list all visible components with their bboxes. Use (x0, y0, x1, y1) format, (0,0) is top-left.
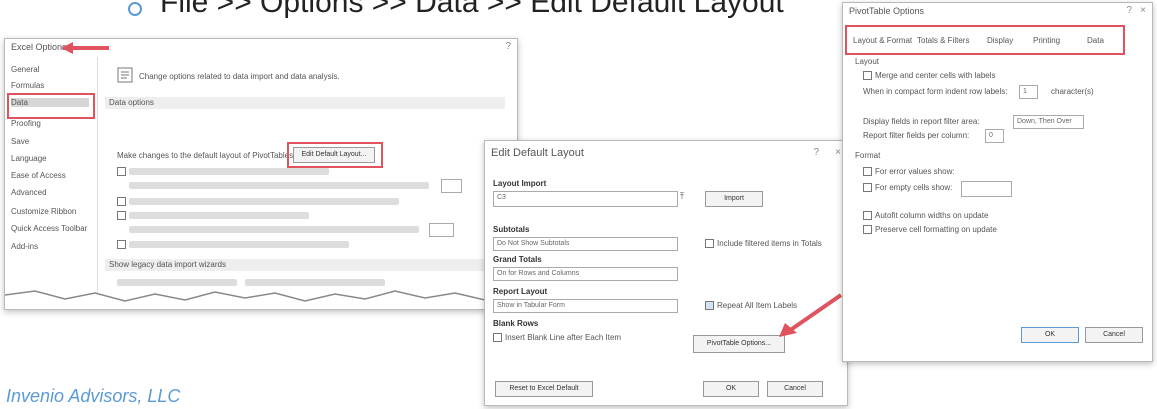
repeat-labels-checkbox[interactable] (705, 301, 714, 310)
format-section-label: Format (855, 151, 881, 160)
merge-center-label: Merge and center cells with labels (875, 71, 996, 80)
layout-import-input[interactable]: C3 (493, 191, 678, 207)
pivot-options-title: PivotTable Options (849, 6, 925, 16)
grand-totals-label: Grand Totals (493, 255, 542, 264)
sidebar-item-formulas[interactable]: Formulas (11, 81, 44, 90)
excel-options-title: Excel Options (11, 42, 67, 52)
pivottable-options-dialog: PivotTable Options ? × Layout & Format T… (842, 2, 1153, 362)
help-icon[interactable]: ? (813, 141, 819, 165)
sidebar-item-advanced[interactable]: Advanced (11, 188, 47, 197)
option-text-3 (129, 198, 399, 205)
report-layout-select[interactable]: Show in Tabular Form (493, 299, 678, 313)
tabs-highlight-box (845, 25, 1125, 55)
option-field-2[interactable] (429, 223, 454, 237)
torn-edge (5, 290, 517, 309)
footer-company: Invenio Advisors, LLC (6, 386, 181, 406)
close-icon[interactable]: × (1140, 3, 1146, 19)
options-sidebar: General Formulas Data Proofing Save Lang… (5, 57, 98, 307)
option-checkbox-4[interactable] (117, 240, 126, 249)
error-values-checkbox[interactable] (863, 167, 872, 176)
red-arrow-icon (61, 42, 109, 54)
collapse-range-icon[interactable]: ⤒ (677, 191, 687, 205)
preserve-formatting-checkbox[interactable] (863, 225, 872, 234)
report-filter-fields-input[interactable]: 0 (985, 129, 1004, 143)
sidebar-item-proofing[interactable]: Proofing (11, 119, 41, 128)
sidebar-item-add-ins[interactable]: Add-ins (11, 242, 38, 251)
report-filter-fields-label: Report filter fields per column: (863, 131, 970, 140)
merge-center-checkbox[interactable] (863, 71, 872, 80)
data-highlight-box (7, 93, 95, 119)
import-button[interactable]: Import (705, 191, 763, 207)
option-field-1[interactable] (441, 179, 462, 193)
subtotals-label: Subtotals (493, 225, 530, 234)
legacy-section-label: Show legacy data import wizards (109, 260, 226, 269)
cancel-button[interactable]: Cancel (767, 381, 823, 397)
red-arrow-icon (779, 293, 843, 337)
indent-input[interactable]: 1 (1019, 85, 1038, 99)
option-text-1 (129, 168, 329, 175)
report-layout-label: Report Layout (493, 287, 548, 296)
make-changes-text: Make changes to the default layout of Pi… (117, 151, 296, 160)
error-values-label: For error values show: (875, 167, 955, 176)
option-text-2 (129, 182, 429, 189)
layout-import-label: Layout Import (493, 179, 547, 188)
pivottable-options-button[interactable]: PivotTable Options... (693, 335, 785, 353)
include-filtered-checkbox[interactable] (705, 239, 714, 248)
close-icon[interactable]: ? (505, 39, 511, 55)
close-icon[interactable]: × (835, 141, 841, 165)
edit-default-layout-dialog: Edit Default Layout ? × Layout Import C3… (484, 140, 848, 406)
insert-blank-line-checkbox[interactable] (493, 333, 502, 342)
legacy-section-header: Show legacy data import wizards (105, 259, 505, 271)
data-options-icon (117, 67, 133, 83)
edit-layout-titlebar: Edit Default Layout ? × (485, 141, 847, 165)
sidebar-item-ease-of-access[interactable]: Ease of Access (11, 171, 66, 180)
preserve-formatting-label: Preserve cell formatting on update (875, 225, 997, 234)
option-text-5 (129, 226, 419, 233)
layout-section-label: Layout (855, 57, 880, 66)
empty-cells-label: For empty cells show: (875, 183, 953, 192)
empty-cells-input[interactable] (961, 181, 1012, 197)
option-checkbox-2[interactable] (117, 197, 126, 206)
sidebar-item-language[interactable]: Language (11, 154, 47, 163)
option-checkbox-1[interactable] (117, 167, 126, 176)
display-fields-select[interactable]: Down, Then Over (1013, 115, 1084, 129)
grand-totals-select[interactable]: On for Rows and Columns (493, 267, 678, 281)
subtotals-select[interactable]: Do Not Show Subtotals (493, 237, 678, 251)
sidebar-item-save[interactable]: Save (11, 137, 29, 146)
bullet-icon (128, 2, 142, 16)
option-checkbox-3[interactable] (117, 211, 126, 220)
sidebar-item-quick-access-toolbar[interactable]: Quick Access Toolbar (11, 224, 87, 233)
autofit-label: Autofit column widths on update (875, 211, 989, 220)
include-filtered-label: Include filtered items in Totals (717, 239, 822, 248)
insert-blank-line-label: Insert Blank Line after Each Item (505, 333, 622, 342)
indent-label: When in compact form indent row labels: (863, 87, 1008, 96)
ok-button[interactable]: OK (703, 381, 759, 397)
data-options-section-header: Data options (105, 97, 505, 109)
pivot-ok-button[interactable]: OK (1021, 327, 1079, 343)
sidebar-item-customize-ribbon[interactable]: Customize Ribbon (11, 207, 76, 216)
pivot-cancel-button[interactable]: Cancel (1085, 327, 1143, 343)
excel-options-window: Excel Options ? General Formulas Data Pr… (4, 38, 518, 310)
empty-cells-checkbox[interactable] (863, 183, 872, 192)
help-icon[interactable]: ? (1126, 3, 1132, 19)
slide-title: File >> Options >> Data >> Edit Default … (160, 0, 784, 19)
edit-layout-highlight-box (287, 142, 383, 168)
display-fields-label: Display fields in report filter area: (863, 117, 980, 126)
autofit-checkbox[interactable] (863, 211, 872, 220)
data-options-section-label: Data options (109, 98, 154, 107)
indent-unit-label: character(s) (1051, 87, 1094, 96)
option-text-6 (129, 241, 349, 248)
pivot-options-titlebar: PivotTable Options ? × (843, 3, 1152, 19)
blank-rows-label: Blank Rows (493, 319, 539, 328)
edit-layout-title: Edit Default Layout (491, 147, 584, 159)
options-header-text: Change options related to data import an… (139, 72, 340, 81)
option-text-4 (129, 212, 309, 219)
sidebar-item-general[interactable]: General (11, 65, 39, 74)
reset-to-default-button[interactable]: Reset to Excel Default (495, 381, 593, 397)
